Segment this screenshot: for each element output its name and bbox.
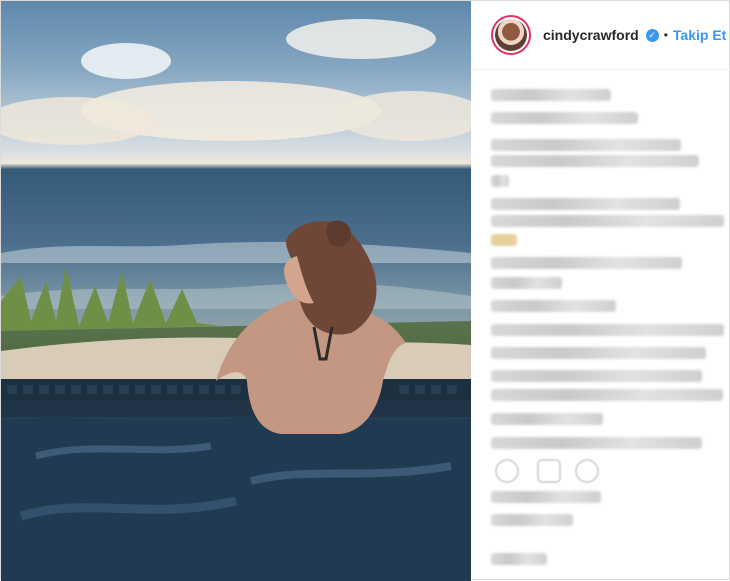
scene-illustration — [1, 19, 471, 581]
username[interactable]: cindycrawford — [543, 27, 639, 43]
blurred-caption-line — [491, 112, 638, 124]
instagram-post: cindycrawford ✓ • Takip Et — [0, 0, 730, 581]
blurred-comment-line — [491, 257, 682, 269]
heart-icon[interactable] — [495, 459, 519, 483]
avatar[interactable] — [491, 15, 531, 55]
blurred-like-count — [491, 491, 601, 503]
avatar-image — [495, 19, 527, 51]
post-header: cindycrawford ✓ • Takip Et — [471, 1, 730, 70]
blurred-comment-line — [491, 155, 699, 167]
blurred-comment-input[interactable] — [491, 553, 547, 565]
blurred-comment-line — [491, 215, 724, 227]
blurred-comment-line — [491, 324, 724, 336]
separator-dot: • — [663, 28, 668, 42]
comment-icon[interactable] — [537, 459, 561, 483]
verified-badge-icon: ✓ — [645, 28, 659, 42]
blurred-comment-line — [491, 175, 509, 187]
post-photo[interactable] — [1, 1, 471, 581]
post-sidebar: cindycrawford ✓ • Takip Et — [471, 1, 730, 581]
blurred-comment-line — [491, 277, 562, 289]
blurred-comment-line — [491, 437, 702, 449]
share-icon[interactable] — [575, 459, 599, 483]
blurred-comment-line — [491, 347, 706, 359]
blurred-comment-line — [491, 300, 616, 312]
blurred-comment-line — [491, 370, 702, 382]
blurred-comment-line — [491, 413, 603, 425]
blurred-comment-line — [491, 198, 680, 210]
blurred-comment-line — [491, 139, 681, 151]
blurred-date — [491, 514, 573, 526]
blurred-caption-line — [491, 89, 611, 101]
follow-button[interactable]: Takip Et — [673, 27, 726, 43]
blurred-comment-line — [491, 389, 723, 401]
blurred-comment-line — [491, 234, 517, 246]
